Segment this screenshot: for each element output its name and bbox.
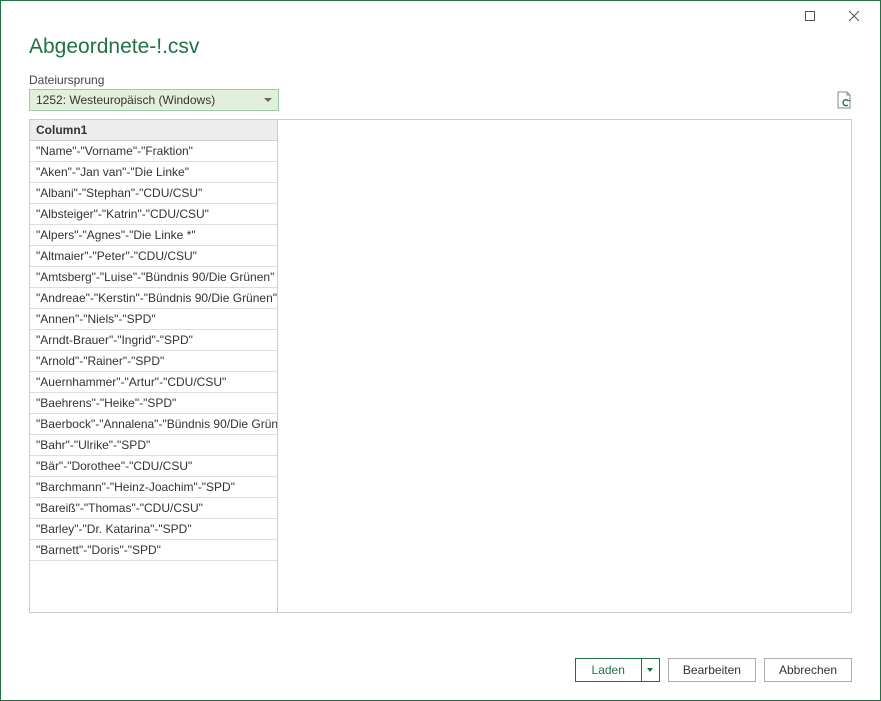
table-row[interactable]: "Barchmann"-"Heinz-Joachim"-"SPD" [30, 477, 277, 498]
file-origin-value: 1252: Westeuropäisch (Windows) [36, 93, 215, 107]
table-row[interactable]: "Arnold"-"Rainer"-"SPD" [30, 351, 277, 372]
import-dialog: Abgeordnete-!.csv Dateiursprung 1252: We… [0, 0, 881, 701]
chevron-down-icon [264, 98, 272, 102]
dialog-content: Abgeordnete-!.csv Dateiursprung 1252: We… [1, 31, 880, 640]
table-row[interactable]: "Baehrens"-"Heike"-"SPD" [30, 393, 277, 414]
table-row[interactable]: "Amtsberg"-"Luise"-"Bündnis 90/Die Grüne… [30, 267, 277, 288]
table-row[interactable]: "Albani"-"Stephan"-"CDU/CSU" [30, 183, 277, 204]
dialog-title: Abgeordnete-!.csv [29, 35, 852, 59]
preview-table: Column1 "Name"-"Vorname"-"Fraktion""Aken… [30, 120, 278, 612]
refresh-button[interactable] [836, 91, 852, 109]
refresh-page-icon [836, 91, 852, 109]
table-row[interactable]: "Baerbock"-"Annalena"-"Bündnis 90/Die Gr… [30, 414, 277, 435]
table-row[interactable]: "Bahr"-"Ulrike"-"SPD" [30, 435, 277, 456]
table-row[interactable]: "Arndt-Brauer"-"Ingrid"-"SPD" [30, 330, 277, 351]
edit-button[interactable]: Bearbeiten [668, 658, 756, 682]
table-row[interactable]: "Barnett"-"Doris"-"SPD" [30, 540, 277, 561]
close-icon [849, 11, 859, 21]
table-row[interactable]: "Auernhammer"-"Artur"-"CDU/CSU" [30, 372, 277, 393]
chevron-down-icon [647, 668, 653, 672]
table-row[interactable]: "Name"-"Vorname"-"Fraktion" [30, 141, 277, 162]
titlebar [1, 1, 880, 31]
maximize-button[interactable] [788, 2, 832, 30]
maximize-icon [805, 11, 815, 21]
file-origin-select[interactable]: 1252: Westeuropäisch (Windows) [29, 89, 279, 111]
table-row[interactable]: "Aken"-"Jan van"-"Die Linke" [30, 162, 277, 183]
load-dropdown-button[interactable] [642, 658, 660, 682]
dialog-footer: Laden Bearbeiten Abbrechen [1, 640, 880, 700]
close-button[interactable] [832, 2, 876, 30]
table-row[interactable]: "Bareiß"-"Thomas"-"CDU/CSU" [30, 498, 277, 519]
table-row[interactable]: "Albsteiger"-"Katrin"-"CDU/CSU" [30, 204, 277, 225]
table-row[interactable]: "Alpers"-"Agnes"-"Die Linke *" [30, 225, 277, 246]
table-row[interactable]: "Andreae"-"Kerstin"-"Bündnis 90/Die Grün… [30, 288, 277, 309]
preview-pane: Column1 "Name"-"Vorname"-"Fraktion""Aken… [29, 119, 852, 613]
table-row[interactable]: "Barley"-"Dr. Katarina"-"SPD" [30, 519, 277, 540]
load-button[interactable]: Laden [575, 658, 642, 682]
column-header[interactable]: Column1 [30, 120, 277, 141]
table-row[interactable]: "Annen"-"Niels"-"SPD" [30, 309, 277, 330]
file-origin-row: 1252: Westeuropäisch (Windows) [29, 89, 852, 111]
table-row[interactable]: "Altmaier"-"Peter"-"CDU/CSU" [30, 246, 277, 267]
cancel-button[interactable]: Abbrechen [764, 658, 852, 682]
load-button-group: Laden [575, 658, 660, 682]
file-origin-label: Dateiursprung [29, 73, 852, 87]
table-row[interactable]: "Bär"-"Dorothee"-"CDU/CSU" [30, 456, 277, 477]
